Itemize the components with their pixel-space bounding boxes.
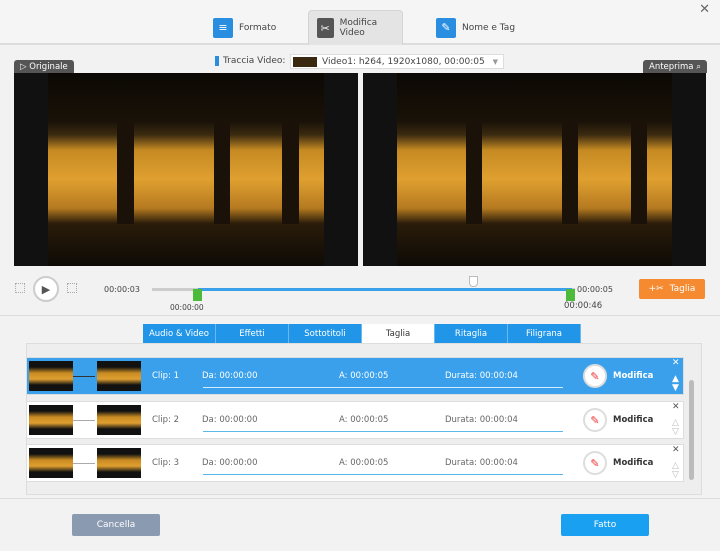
tab-audio-video[interactable]: Audio & Video	[143, 324, 216, 343]
format-icon: ≡	[213, 17, 233, 38]
clip-duration: Durata: 00:00:04	[445, 458, 518, 468]
tab-label: Formato	[239, 22, 277, 33]
clip-name: Clip: 3	[152, 458, 180, 468]
timeline-selection	[198, 288, 572, 291]
move-down-icon[interactable]: ▽	[672, 428, 679, 437]
clip-name: Clip: 2	[152, 415, 180, 425]
video-track: Traccia Video:	[215, 56, 285, 66]
cut-button[interactable]: +✂ Taglia	[639, 279, 705, 299]
track-thumbnail	[293, 56, 317, 67]
tab-filigrana[interactable]: Filigrana	[508, 324, 581, 343]
track-label: Traccia Video:	[223, 56, 286, 66]
step-forward-icon[interactable]	[67, 283, 77, 293]
playhead[interactable]	[469, 276, 478, 287]
end-time: 00:00:05	[577, 285, 613, 294]
start-time: 00:00:00	[170, 303, 204, 312]
bottom-tabs: Audio & Video Effetti Sottotitoli Taglia…	[143, 324, 581, 343]
tab-modifica-video[interactable]: ✂ Modifica Video	[308, 10, 403, 45]
clip-start-thumbnail	[29, 448, 73, 478]
clip-end-thumbnail	[97, 405, 141, 435]
scrollbar[interactable]	[689, 380, 694, 480]
tab-label: Modifica Video	[339, 18, 378, 38]
edit-button[interactable]: Modifica	[613, 415, 653, 425]
done-button[interactable]: Fatto	[561, 514, 649, 536]
clip-start-thumbnail	[29, 361, 73, 391]
move-down-icon[interactable]: ▼	[672, 384, 679, 393]
start-handle[interactable]	[193, 289, 202, 301]
clip-name: Clip: 1	[152, 371, 180, 381]
cancel-button[interactable]: Cancella	[72, 514, 160, 536]
remove-icon[interactable]: ✕	[672, 359, 680, 368]
edit-icon[interactable]: ✎	[583, 408, 607, 432]
end-marker-time: 00:00:46	[564, 301, 603, 311]
edit-icon[interactable]: ✎	[583, 364, 607, 388]
tab-nome-tag[interactable]: ✎ Nome e Tag	[428, 10, 523, 45]
name-tag-icon: ✎	[436, 17, 456, 38]
preview-label[interactable]: Anteprima ⌕	[643, 60, 707, 73]
track-select[interactable]: Video1: h264, 1920x1080, 00:00:05 ▼	[290, 54, 504, 69]
preview-video	[363, 73, 706, 266]
clip-to: A: 00:00:05	[339, 458, 389, 468]
remove-icon[interactable]: ✕	[672, 446, 680, 455]
original-video	[14, 73, 358, 266]
divider	[0, 498, 720, 499]
tab-effetti[interactable]: Effetti	[216, 324, 289, 343]
scissors-icon: +✂	[648, 284, 664, 294]
original-label: ▷ Originale	[14, 60, 74, 73]
clip-from: Da: 00:00:00	[202, 458, 258, 468]
close-icon[interactable]: ✕	[699, 2, 710, 17]
edit-video-icon: ✂	[317, 18, 334, 38]
clip-to: A: 00:00:05	[339, 371, 389, 381]
current-time: 00:00:03	[104, 285, 140, 294]
tab-ritaglia[interactable]: Ritaglia	[435, 324, 508, 343]
clip-row[interactable]: Clip: 1 Da: 00:00:00 A: 00:00:05 Durata:…	[26, 357, 684, 395]
tab-formato[interactable]: ≡ Formato	[205, 10, 284, 45]
clip-end-thumbnail	[97, 361, 141, 391]
tab-taglia[interactable]: Taglia	[362, 324, 435, 343]
clip-to: A: 00:00:05	[339, 415, 389, 425]
clip-start-thumbnail	[29, 405, 73, 435]
clip-from: Da: 00:00:00	[202, 415, 258, 425]
edit-button[interactable]: Modifica	[613, 458, 653, 468]
move-down-icon[interactable]: ▽	[672, 471, 679, 480]
remove-icon[interactable]: ✕	[672, 403, 680, 412]
tab-label: Nome e Tag	[462, 22, 516, 33]
chevron-down-icon: ▼	[492, 57, 498, 66]
cut-label: Taglia	[669, 284, 696, 294]
clip-duration: Durata: 00:00:04	[445, 371, 518, 381]
edit-icon[interactable]: ✎	[583, 451, 607, 475]
clip-row[interactable]: Clip: 3 Da: 00:00:00 A: 00:00:05 Durata:…	[26, 444, 684, 482]
tab-sottotitoli[interactable]: Sottotitoli	[289, 324, 362, 343]
end-handle[interactable]	[566, 289, 575, 301]
step-back-icon[interactable]	[15, 283, 25, 293]
clip-duration: Durata: 00:00:04	[445, 415, 518, 425]
edit-button[interactable]: Modifica	[613, 371, 653, 381]
divider	[0, 315, 720, 316]
play-button[interactable]: ▶	[33, 276, 59, 302]
track-icon	[215, 56, 219, 66]
clip-end-thumbnail	[97, 448, 141, 478]
track-value: Video1: h264, 1920x1080, 00:00:05	[322, 56, 485, 67]
clip-row[interactable]: Clip: 2 Da: 00:00:00 A: 00:00:05 Durata:…	[26, 401, 684, 439]
clip-from: Da: 00:00:00	[202, 371, 258, 381]
